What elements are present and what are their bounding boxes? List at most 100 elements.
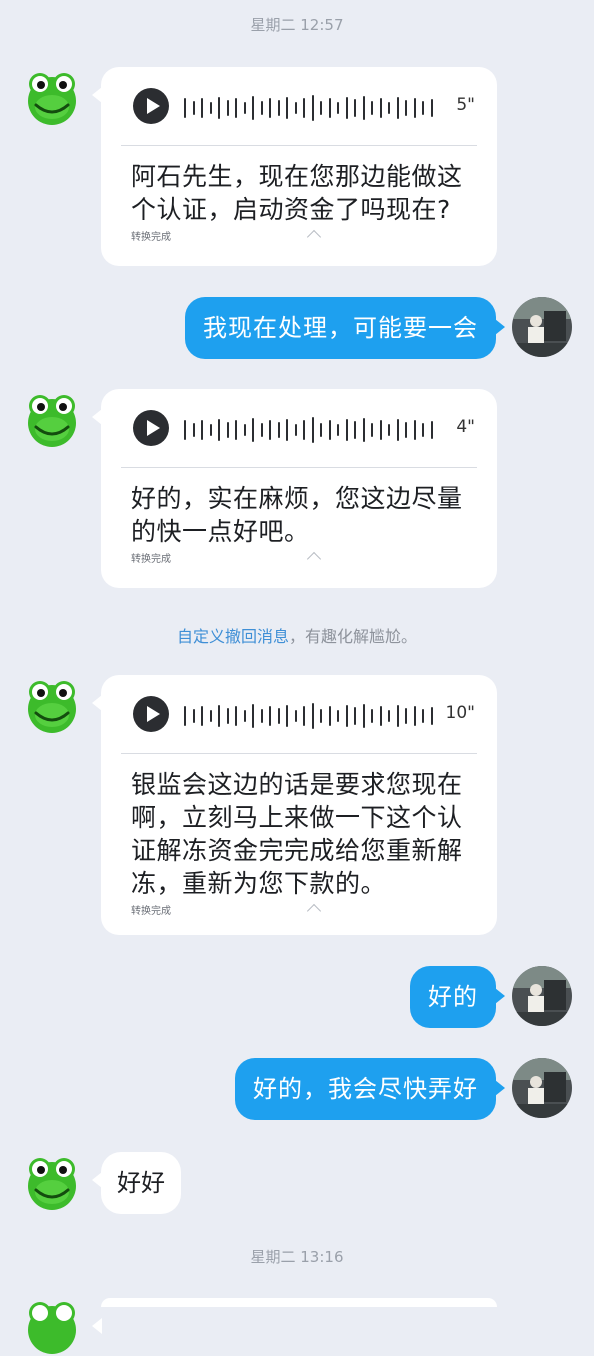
waveform-bar bbox=[345, 419, 348, 441]
user-avatar[interactable] bbox=[512, 1058, 572, 1118]
waveform-bar bbox=[235, 98, 238, 118]
contact-avatar[interactable] bbox=[22, 675, 82, 735]
waveform-bar bbox=[354, 421, 357, 439]
waveform-bar bbox=[430, 707, 433, 725]
waveform-bar bbox=[209, 710, 212, 722]
waveform-bar bbox=[328, 420, 331, 440]
waveform-bar bbox=[320, 423, 323, 437]
waveform-bar bbox=[405, 422, 408, 438]
system-notice-text: ，有趣化解尴尬。 bbox=[289, 627, 418, 646]
waveform-bar bbox=[422, 423, 425, 437]
waveform-bar bbox=[422, 709, 425, 723]
voice-message-card[interactable]: 10" 银监会这边的话是要求您现在啊，立刻马上来做一下这个认证解冻资金完完成给您… bbox=[92, 675, 497, 935]
frog-avatar-icon bbox=[28, 73, 76, 125]
chevron-up-icon[interactable] bbox=[306, 903, 322, 919]
outgoing-message-bubble[interactable]: 好的，我会尽快弄好 bbox=[235, 1058, 505, 1120]
waveform-bar bbox=[337, 710, 340, 722]
waveform-bar bbox=[396, 419, 399, 441]
user-avatar[interactable] bbox=[512, 297, 572, 357]
waveform-bar bbox=[388, 424, 391, 436]
waveform-bar bbox=[413, 98, 416, 118]
waveform-bar bbox=[277, 100, 280, 116]
waveform-bar bbox=[209, 102, 212, 114]
waveform-bar bbox=[192, 709, 195, 723]
waveform-bar bbox=[286, 97, 289, 119]
waveform-bar bbox=[311, 703, 314, 729]
system-notice: 自定义撤回消息，有趣化解尴尬。 bbox=[0, 623, 594, 647]
waveform-bar bbox=[243, 424, 246, 436]
waveform-bar bbox=[328, 98, 331, 118]
outgoing-message-bubble[interactable]: 我现在处理，可能要一会 bbox=[185, 297, 505, 359]
timestamp: 星期二 12:57 bbox=[250, 16, 344, 34]
chevron-up-icon[interactable] bbox=[306, 229, 322, 245]
waveform-bar bbox=[362, 704, 365, 728]
waveform-bar bbox=[405, 100, 408, 116]
waveform-bar bbox=[371, 709, 374, 723]
conversion-status: 转换完成 bbox=[131, 554, 171, 565]
voice-duration: 10" bbox=[445, 703, 475, 723]
waveform-bar bbox=[362, 418, 365, 442]
incoming-message-bubble[interactable]: 好好 bbox=[92, 1152, 181, 1214]
waveform-bar bbox=[252, 704, 255, 728]
waveform-bar bbox=[269, 98, 272, 118]
play-icon[interactable] bbox=[133, 88, 169, 124]
voice-duration: 5" bbox=[456, 95, 475, 115]
play-icon[interactable] bbox=[133, 696, 169, 732]
waveform-bar bbox=[218, 97, 221, 119]
contact-avatar[interactable] bbox=[22, 389, 82, 449]
voice-message-card[interactable] bbox=[92, 1298, 497, 1334]
waveform-bar bbox=[294, 424, 297, 436]
waveform-bar bbox=[226, 422, 229, 438]
waveform-bar bbox=[371, 423, 374, 437]
user-photo-avatar-icon bbox=[512, 297, 572, 357]
waveform-bar bbox=[396, 97, 399, 119]
voice-duration: 4" bbox=[456, 417, 475, 437]
waveform-bar bbox=[260, 709, 263, 723]
waveform-bar bbox=[354, 99, 357, 117]
play-icon[interactable] bbox=[133, 410, 169, 446]
voice-transcript: 好的，实在麻烦，您这边尽量的快一点好吧。 bbox=[131, 484, 463, 546]
waveform-bar bbox=[371, 101, 374, 115]
waveform-bar bbox=[413, 420, 416, 440]
waveform-bar bbox=[362, 96, 365, 120]
waveform-bar bbox=[218, 705, 221, 727]
waveform-bar bbox=[303, 706, 306, 726]
user-photo-avatar-icon bbox=[512, 1058, 572, 1118]
outgoing-message-bubble[interactable]: 好的 bbox=[410, 966, 505, 1028]
waveform-bar bbox=[269, 420, 272, 440]
waveform-bar bbox=[422, 101, 425, 115]
waveform-bar bbox=[286, 419, 289, 441]
chevron-up-icon[interactable] bbox=[306, 551, 322, 567]
waveform-bar bbox=[260, 423, 263, 437]
waveform-bar bbox=[345, 97, 348, 119]
waveform-bar bbox=[209, 424, 212, 436]
waveform-bar bbox=[337, 102, 340, 114]
voice-transcript: 阿石先生，现在您那边能做这个认证，启动资金了吗现在? bbox=[131, 162, 463, 224]
waveform-bar bbox=[303, 98, 306, 118]
user-avatar[interactable] bbox=[512, 966, 572, 1026]
waveform-bar bbox=[252, 96, 255, 120]
waveform-bar bbox=[311, 417, 314, 443]
waveform-bar bbox=[243, 102, 246, 114]
waveform-bar bbox=[328, 706, 331, 726]
waveform-bar bbox=[201, 420, 204, 440]
voice-message-card[interactable]: 4" 好的，实在麻烦，您这边尽量的快一点好吧。 转换完成 bbox=[92, 389, 497, 588]
contact-avatar[interactable] bbox=[22, 1152, 82, 1212]
waveform-bar bbox=[184, 706, 187, 726]
voice-message-card[interactable]: 5" 阿石先生，现在您那边能做这个认证，启动资金了吗现在? 转换完成 bbox=[92, 67, 497, 266]
waveform-bar bbox=[184, 98, 187, 118]
waveform-bar bbox=[396, 705, 399, 727]
waveform-bar bbox=[294, 102, 297, 114]
waveform-bar bbox=[379, 98, 382, 118]
waveform-bar bbox=[379, 706, 382, 726]
custom-recall-link[interactable]: 自定义撤回消息 bbox=[177, 627, 289, 646]
waveform-bar bbox=[277, 708, 280, 724]
waveform-bar bbox=[269, 706, 272, 726]
contact-avatar[interactable] bbox=[22, 67, 82, 127]
waveform-bar bbox=[337, 424, 340, 436]
user-photo-avatar-icon bbox=[512, 966, 572, 1026]
waveform-bar bbox=[405, 708, 408, 724]
waveform-bar bbox=[235, 420, 238, 440]
contact-avatar[interactable] bbox=[22, 1296, 82, 1356]
frog-avatar-icon bbox=[28, 395, 76, 447]
